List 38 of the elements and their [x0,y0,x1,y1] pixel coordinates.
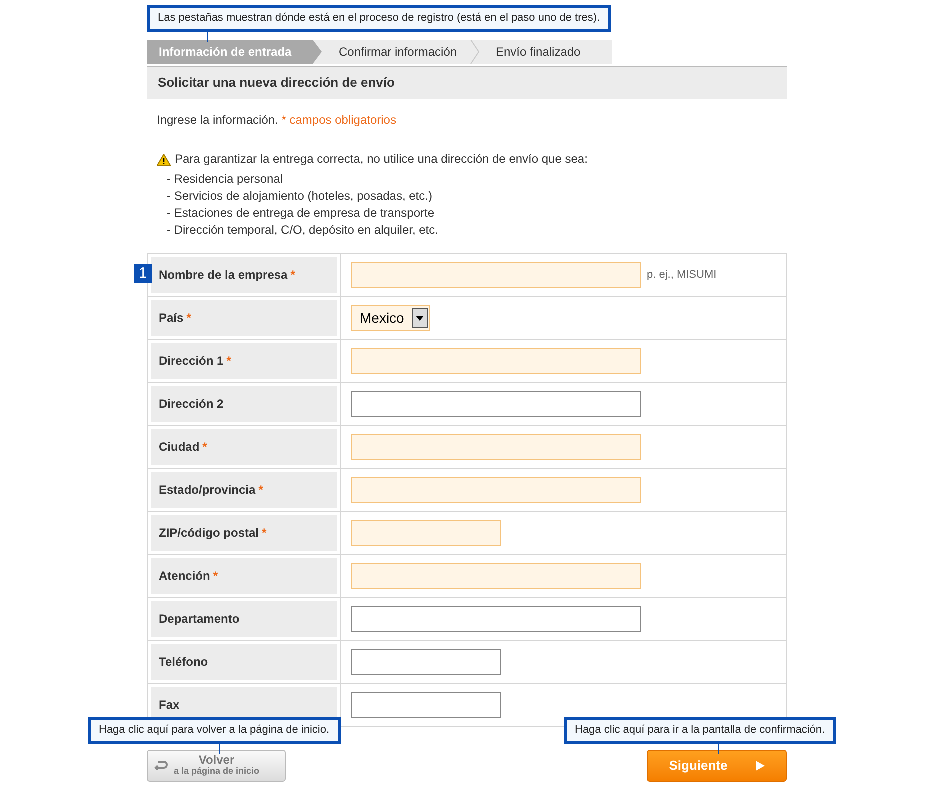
field-label-cell: ZIP/código postal * [151,515,337,551]
text-field[interactable] [351,520,501,546]
text-field[interactable] [351,434,641,460]
next-button[interactable]: Siguiente [647,750,787,782]
text-field[interactable] [351,563,641,589]
warning-text: Para garantizar la entrega correcta, no utilice una dirección de envío que sea: [175,152,588,167]
field-label-cell: Dirección 1 * [151,343,337,379]
page-heading: Solicitar una nueva dirección de envío [147,66,787,99]
text-field[interactable] [351,649,501,675]
field-label-cell: Dirección 2 [151,386,337,422]
field-label-cell: Ciudad * [151,429,337,465]
field-label-cell: País * [151,300,337,336]
text-field[interactable] [351,692,501,718]
country-select[interactable]: Mexico [351,305,430,331]
help-tooltip: Haga clic aquí para ir a la pantalla de confirmación. [564,717,836,744]
warning-list-item: - Estaciones de entrega de empresa de transporte [167,205,436,222]
field-label-cell: Teléfono [151,644,337,680]
field-label-cell: Estado/provincia * [151,472,337,508]
return-arrow-icon [154,760,168,772]
warning-list-item: - Servicios de alojamiento (hoteles, posadas, etc.) [167,188,434,205]
text-field[interactable] [351,391,641,417]
intro-text: Ingrese la información. * campos obligatorios [156,113,398,128]
play-arrow-icon [756,761,765,771]
warning-list-item: - Dirección temporal, C/O, depósito en alquiler, etc. [167,222,440,239]
warning-icon [157,154,171,166]
field-label-cell: Nombre de la empresa * [151,257,337,293]
field-label-cell: Atención * [151,558,337,594]
text-field[interactable] [351,348,641,374]
step-number-badge: 1 [134,264,152,283]
warning-list-item: - Residencia personal [167,171,284,188]
text-field[interactable] [351,606,641,632]
field-label-cell: Departamento [151,601,337,637]
back-button[interactable]: Volver a la página de inicio [147,750,286,782]
help-tooltip: Las pestañas muestran dónde está en el proceso de registro (está en el paso uno de tres). [147,5,612,32]
text-field[interactable] [351,477,641,503]
text-field[interactable] [351,262,641,288]
field-hint: p. ej., MISUMI [647,268,717,283]
help-tooltip: Haga clic aquí para volver a la página de inicio. [88,717,341,744]
